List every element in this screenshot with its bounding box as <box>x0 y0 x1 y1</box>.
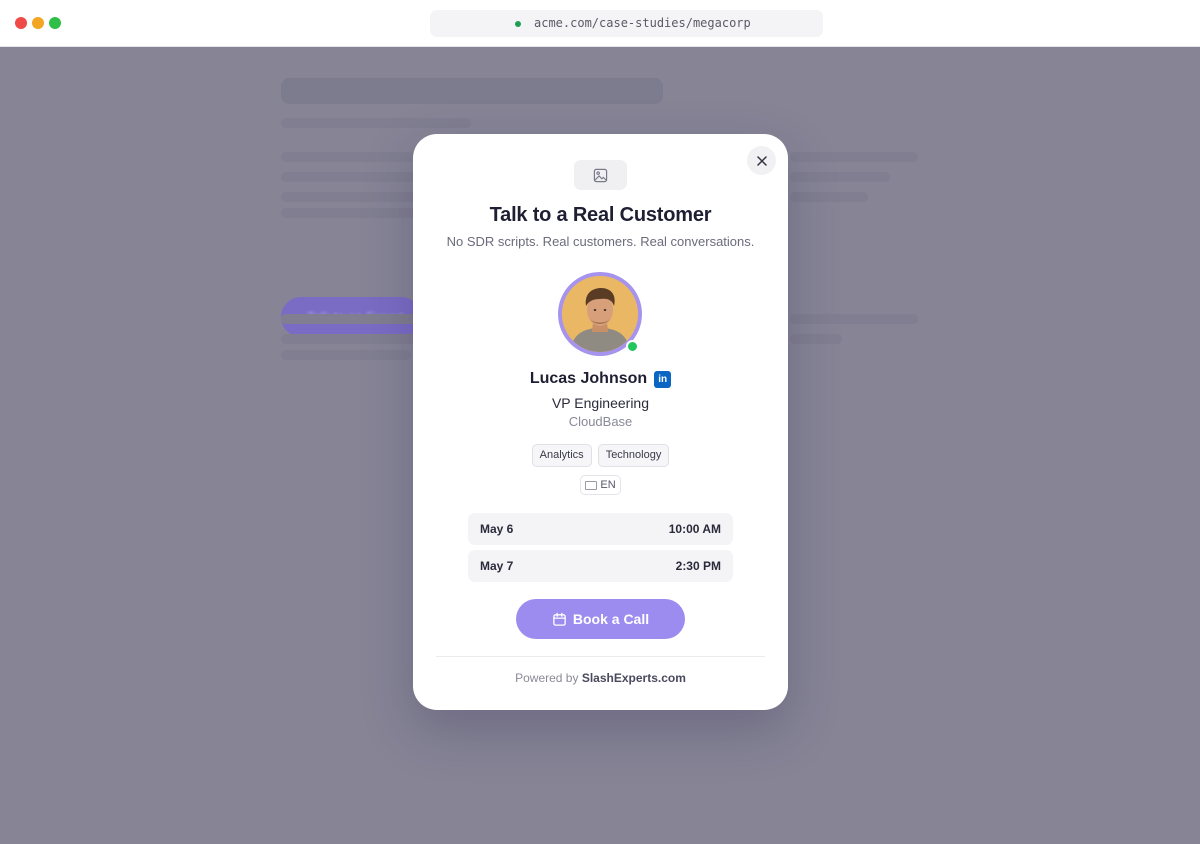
footer-divider <box>436 656 765 657</box>
person-illustration <box>562 276 638 352</box>
bg-text-skeleton <box>281 192 421 202</box>
footer-brand-link[interactable]: SlashExperts.com <box>582 671 686 685</box>
bg-text-skeleton <box>790 314 918 324</box>
image-icon <box>593 168 608 182</box>
bg-text-skeleton <box>790 334 842 344</box>
close-icon <box>756 155 767 166</box>
modal-subtitle: No SDR scripts. Real customers. Real con… <box>446 234 755 249</box>
expert-tags: Analytics Technology <box>413 444 788 467</box>
bg-text-skeleton <box>281 334 421 344</box>
footer-prefix: Powered by <box>515 671 579 685</box>
expert-role: VP Engineering <box>551 395 650 411</box>
secure-indicator-icon <box>515 21 521 27</box>
slot-date: May 7 <box>480 559 514 573</box>
modal-title: Talk to a Real Customer <box>489 204 712 226</box>
tag-technology: Technology <box>597 444 670 467</box>
close-button[interactable] <box>747 146 776 175</box>
address-bar[interactable]: acme.com/case-studies/megacorp <box>430 10 823 37</box>
expert-company: CloudBase <box>568 414 633 429</box>
browser-toolbar: acme.com/case-studies/megacorp <box>0 0 1200 47</box>
expert-name-row: Lucas Johnson in <box>413 370 788 388</box>
language-code: EN <box>600 479 616 491</box>
bg-heading-skeleton <box>281 78 663 104</box>
slot-date: May 6 <box>480 522 514 536</box>
bg-text-skeleton <box>281 208 421 218</box>
company-logo-placeholder <box>574 160 627 190</box>
bg-text-skeleton <box>790 152 918 162</box>
bg-text-skeleton <box>790 192 868 202</box>
window-close-dot[interactable] <box>15 17 27 29</box>
bg-subheading-skeleton <box>281 118 471 128</box>
time-slot[interactable]: May 6 10:00 AM <box>468 513 733 545</box>
book-call-button[interactable]: Book a Call <box>516 599 685 639</box>
url-text: acme.com/case-studies/megacorp <box>534 16 751 30</box>
slot-time: 10:00 AM <box>668 522 721 536</box>
flag-icon <box>585 480 598 490</box>
window-minimize-dot[interactable] <box>32 17 44 29</box>
bg-text-skeleton <box>790 172 890 182</box>
calendar-icon <box>553 612 566 626</box>
tag-analytics: Analytics <box>531 444 592 467</box>
language-badge: EN <box>580 475 621 495</box>
powered-by-footer: Powered by SlashExperts.com <box>413 671 788 685</box>
bg-text-skeleton <box>281 314 421 324</box>
window-maximize-dot[interactable] <box>49 17 61 29</box>
bg-text-skeleton <box>281 172 421 182</box>
time-slot[interactable]: May 7 2:30 PM <box>468 550 733 582</box>
talk-to-customer-modal: Talk to a Real Customer No SDR scripts. … <box>413 134 788 710</box>
avatar-photo <box>562 276 638 352</box>
linkedin-icon[interactable]: in <box>654 370 672 388</box>
bg-text-skeleton <box>281 152 421 162</box>
online-status-indicator <box>626 340 639 353</box>
slot-time: 2:30 PM <box>675 559 721 573</box>
book-call-label: Book a Call <box>572 611 650 627</box>
expert-name: Lucas Johnson <box>529 370 648 387</box>
bg-text-skeleton <box>281 350 411 360</box>
